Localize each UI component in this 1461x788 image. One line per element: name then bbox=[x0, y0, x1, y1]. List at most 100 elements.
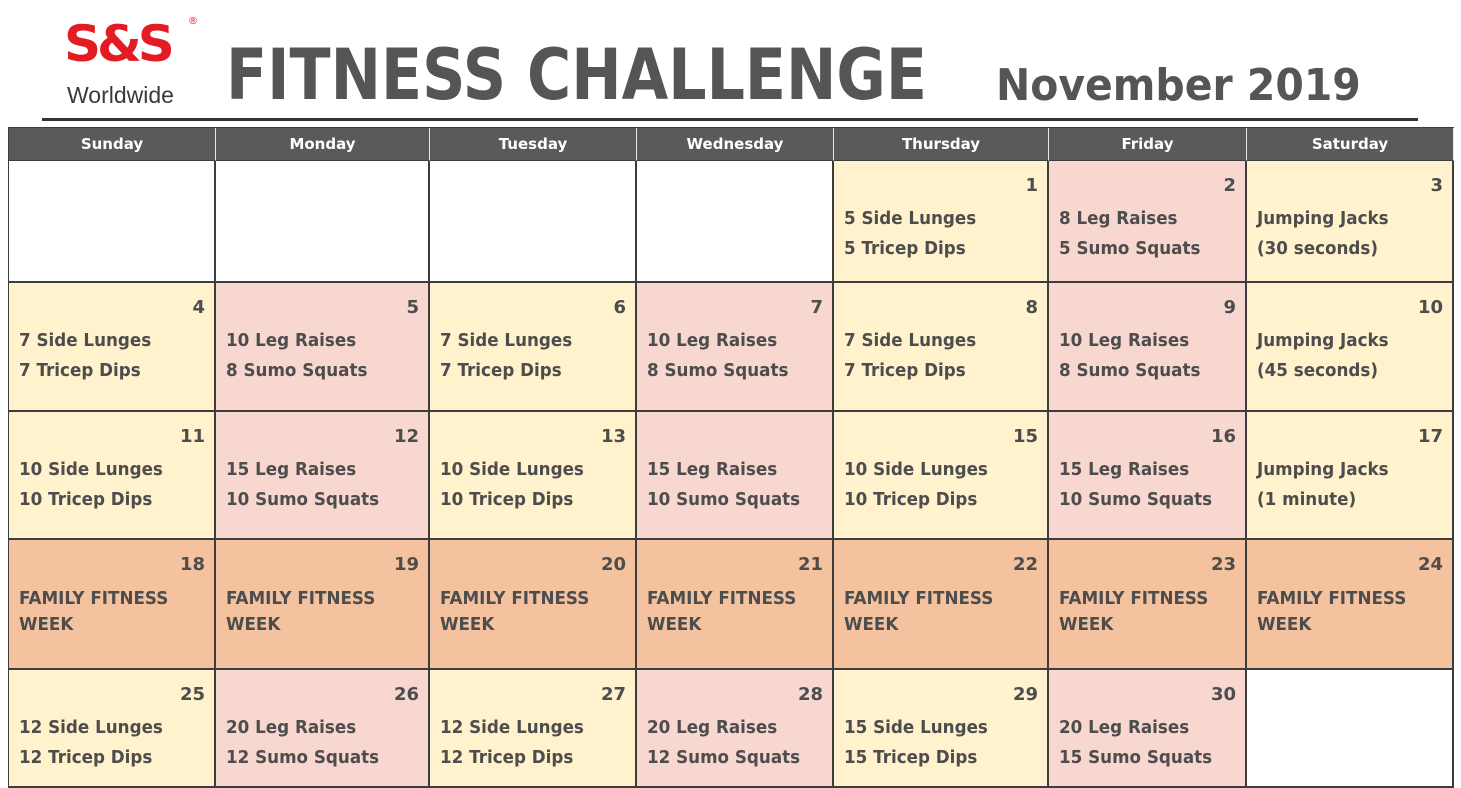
day-number: 26 bbox=[393, 684, 419, 705]
calendar-day-cell bbox=[1247, 670, 1454, 788]
exercise-line-1: FAMILY FITNESS bbox=[19, 588, 169, 609]
exercise-line-2: 10 Sumo Squats bbox=[647, 489, 801, 510]
calendar-day-cell: 19 FAMILY FITNESS WEEK bbox=[216, 540, 430, 670]
exercise-line-2: (1 minute) bbox=[1257, 489, 1357, 510]
calendar-day-cell: 15 10 Side Lunges 10 Tricep Dips bbox=[834, 412, 1049, 540]
day-number: 17 bbox=[1417, 426, 1443, 447]
calendar-day-cell: 30 20 Leg Raises 15 Sumo Squats bbox=[1049, 670, 1247, 788]
exercise-line-1: 10 Side Lunges bbox=[844, 459, 988, 480]
exercise-line-1: 7 Side Lunges bbox=[844, 330, 977, 351]
exercise-line-2: 7 Tricep Dips bbox=[440, 360, 562, 381]
calendar-day-cell: 22 FAMILY FITNESS WEEK bbox=[834, 540, 1049, 670]
exercise-line-1: 20 Leg Raises bbox=[1059, 717, 1190, 738]
exercise-line-1: FAMILY FITNESS bbox=[844, 588, 994, 609]
day-number: 2 bbox=[1223, 175, 1236, 196]
exercise-line-2: WEEK bbox=[1257, 614, 1312, 635]
day-number: 22 bbox=[1012, 554, 1038, 575]
calendar-day-cell: 2 8 Leg Raises 5 Sumo Squats bbox=[1049, 161, 1247, 283]
calendar-day-cell: 23 FAMILY FITNESS WEEK bbox=[1049, 540, 1247, 670]
exercise-line-2: 10 Tricep Dips bbox=[844, 489, 978, 510]
exercise-line-2: 10 Tricep Dips bbox=[19, 489, 153, 510]
registered-mark: ® bbox=[188, 16, 198, 27]
day-number: 4 bbox=[192, 297, 205, 318]
day-header-tuesday: Tuesday bbox=[430, 128, 637, 161]
calendar-grid: Sunday Monday Tuesday Wednesday Thursday… bbox=[8, 127, 1454, 788]
calendar-day-cell: 3 Jumping Jacks (30 seconds) bbox=[1247, 161, 1454, 283]
exercise-line-2: WEEK bbox=[226, 614, 281, 635]
day-number: 10 bbox=[1417, 297, 1443, 318]
exercise-line-1: 12 Side Lunges bbox=[440, 717, 584, 738]
day-number: 1 bbox=[1025, 175, 1038, 196]
exercise-line-2: 8 Sumo Squats bbox=[647, 360, 789, 381]
calendar-day-cell: 12 15 Leg Raises 10 Sumo Squats bbox=[216, 412, 430, 540]
day-header-friday: Friday bbox=[1049, 128, 1247, 161]
header-rule bbox=[42, 118, 1418, 121]
day-number: 3 bbox=[1430, 175, 1443, 196]
day-number: 30 bbox=[1210, 684, 1236, 705]
exercise-line-2: 12 Tricep Dips bbox=[440, 747, 574, 768]
exercise-line-1: FAMILY FITNESS bbox=[647, 588, 797, 609]
exercise-line-2: 12 Sumo Squats bbox=[647, 747, 801, 768]
calendar-day-cell: 17 Jumping Jacks (1 minute) bbox=[1247, 412, 1454, 540]
exercise-line-2: (45 seconds) bbox=[1257, 360, 1379, 381]
exercise-line-1: 15 Leg Raises bbox=[647, 459, 778, 480]
day-number: 24 bbox=[1417, 554, 1443, 575]
exercise-line-2: 12 Sumo Squats bbox=[226, 747, 380, 768]
day-number: 28 bbox=[797, 684, 823, 705]
calendar-day-cell: 1 5 Side Lunges 5 Tricep Dips bbox=[834, 161, 1049, 283]
exercise-line-2: 10 Sumo Squats bbox=[226, 489, 380, 510]
exercise-line-1: 7 Side Lunges bbox=[19, 330, 152, 351]
exercise-line-2: WEEK bbox=[440, 614, 495, 635]
day-header-saturday: Saturday bbox=[1247, 128, 1454, 161]
day-number: 12 bbox=[393, 426, 419, 447]
calendar-day-cell bbox=[637, 161, 834, 283]
exercise-line-1: 20 Leg Raises bbox=[226, 717, 357, 738]
calendar-day-cell: 26 20 Leg Raises 12 Sumo Squats bbox=[216, 670, 430, 788]
exercise-line-2: 7 Tricep Dips bbox=[844, 360, 966, 381]
logo-mark: S&S bbox=[64, 15, 175, 73]
day-number: 19 bbox=[393, 554, 419, 575]
exercise-line-2: WEEK bbox=[1059, 614, 1114, 635]
day-number: 27 bbox=[600, 684, 626, 705]
exercise-line-2: WEEK bbox=[647, 614, 702, 635]
exercise-line-1: 10 Side Lunges bbox=[440, 459, 584, 480]
exercise-line-2: 15 Tricep Dips bbox=[844, 747, 978, 768]
exercise-line-1: 10 Leg Raises bbox=[226, 330, 357, 351]
calendar-day-cell: 10 Jumping Jacks (45 seconds) bbox=[1247, 283, 1454, 412]
day-number: 8 bbox=[1025, 297, 1038, 318]
exercise-line-2: WEEK bbox=[844, 614, 899, 635]
logo-subtitle: Worldwide bbox=[67, 82, 174, 108]
exercise-line-1: Jumping Jacks bbox=[1257, 208, 1389, 229]
calendar-day-cell: 28 20 Leg Raises 12 Sumo Squats bbox=[637, 670, 834, 788]
exercise-line-1: 5 Side Lunges bbox=[844, 208, 977, 229]
calendar-day-cell bbox=[216, 161, 430, 283]
exercise-line-2: 5 Tricep Dips bbox=[844, 238, 966, 259]
exercise-line-2: (30 seconds) bbox=[1257, 238, 1379, 259]
exercise-line-2: 15 Sumo Squats bbox=[1059, 747, 1213, 768]
exercise-line-2: 5 Sumo Squats bbox=[1059, 238, 1201, 259]
calendar-day-cell: 24 FAMILY FITNESS WEEK bbox=[1247, 540, 1454, 670]
exercise-line-1: FAMILY FITNESS bbox=[440, 588, 590, 609]
day-number: 20 bbox=[600, 554, 626, 575]
day-header-thursday: Thursday bbox=[834, 128, 1049, 161]
day-number: 29 bbox=[1012, 684, 1038, 705]
exercise-line-2: 12 Tricep Dips bbox=[19, 747, 153, 768]
exercise-line-1: 20 Leg Raises bbox=[647, 717, 778, 738]
exercise-line-2: 8 Sumo Squats bbox=[1059, 360, 1201, 381]
exercise-line-1: Jumping Jacks bbox=[1257, 330, 1389, 351]
month-label: November 2019 bbox=[996, 60, 1361, 111]
exercise-line-1: Jumping Jacks bbox=[1257, 459, 1389, 480]
company-logo: S&S ® Worldwide bbox=[64, 14, 200, 110]
exercise-line-1: FAMILY FITNESS bbox=[1257, 588, 1407, 609]
exercise-line-1: 15 Leg Raises bbox=[226, 459, 357, 480]
calendar-day-cell: 7 10 Leg Raises 8 Sumo Squats bbox=[637, 283, 834, 412]
day-number: 13 bbox=[600, 426, 626, 447]
calendar-day-cell bbox=[9, 161, 216, 283]
calendar-day-cell: 11 10 Side Lunges 10 Tricep Dips bbox=[9, 412, 216, 540]
calendar-day-cell: 21 FAMILY FITNESS WEEK bbox=[637, 540, 834, 670]
calendar-day-cell: 15 Leg Raises 10 Sumo Squats bbox=[637, 412, 834, 540]
exercise-line-1: 10 Leg Raises bbox=[1059, 330, 1190, 351]
calendar-day-cell: 25 12 Side Lunges 12 Tricep Dips bbox=[9, 670, 216, 788]
day-number: 11 bbox=[179, 426, 205, 447]
calendar-day-cell: 5 10 Leg Raises 8 Sumo Squats bbox=[216, 283, 430, 412]
